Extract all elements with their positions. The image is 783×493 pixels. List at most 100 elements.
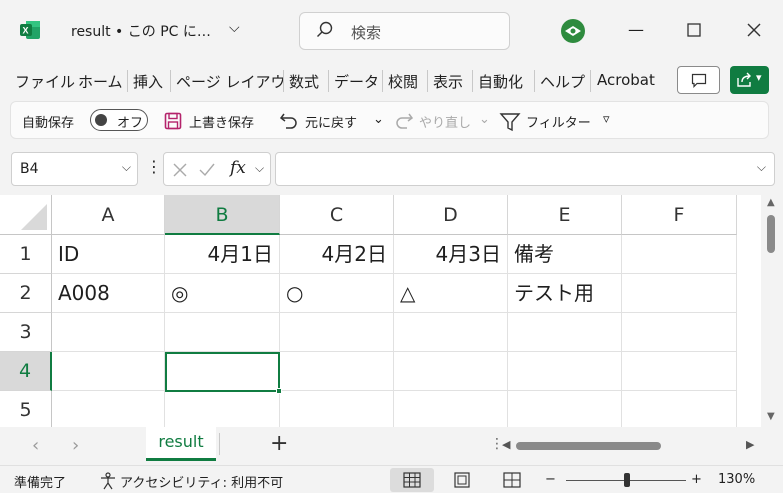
tab-view[interactable]: 表示 bbox=[433, 71, 463, 92]
undo-button[interactable]: 元に戻す bbox=[305, 112, 357, 131]
fill-handle[interactable] bbox=[276, 388, 282, 394]
tab-acrobat[interactable]: Acrobat bbox=[597, 71, 655, 89]
name-box[interactable]: B4 ⌵ bbox=[11, 152, 138, 186]
title-bar: X result • この PC に… ⌵ 検索 — bbox=[0, 0, 783, 62]
comments-button[interactable] bbox=[677, 66, 720, 94]
column-header-b[interactable]: B bbox=[165, 195, 280, 235]
add-sheet-button[interactable]: + bbox=[270, 431, 288, 456]
scroll-thumb[interactable] bbox=[516, 442, 661, 450]
chevron-down-icon[interactable]: ⌵ bbox=[122, 160, 131, 175]
enter-icon[interactable] bbox=[198, 162, 216, 178]
more-options-icon[interactable]: ⋮ bbox=[146, 157, 162, 176]
cell-e1[interactable]: 備考 bbox=[508, 235, 622, 274]
row-header-5[interactable]: 5 bbox=[0, 391, 52, 427]
zoom-level[interactable]: 130% bbox=[718, 472, 755, 487]
cell-f2[interactable] bbox=[622, 274, 737, 313]
normal-view-button[interactable] bbox=[390, 468, 434, 492]
zoom-out-button[interactable]: − bbox=[545, 472, 556, 487]
cell-b5[interactable] bbox=[165, 391, 280, 427]
accessibility-status[interactable]: アクセシビリティ: 利用不可 bbox=[120, 472, 283, 491]
prev-sheet-icon[interactable]: ‹ bbox=[32, 435, 39, 456]
copilot-icon[interactable] bbox=[560, 18, 586, 44]
page-layout-view-button[interactable] bbox=[440, 468, 484, 492]
row-header-3[interactable]: 3 bbox=[0, 313, 52, 352]
chevron-down-icon[interactable]: ⌵ bbox=[229, 20, 240, 36]
chevron-down-icon[interactable]: ⌵ bbox=[255, 161, 264, 176]
cell-e5[interactable] bbox=[508, 391, 622, 427]
insert-function-button[interactable]: fx bbox=[230, 158, 246, 178]
cell-d5[interactable] bbox=[394, 391, 508, 427]
cell-b1[interactable]: 4月1日 bbox=[165, 235, 280, 274]
column-header-f[interactable]: F bbox=[622, 195, 737, 235]
cell-c5[interactable] bbox=[280, 391, 394, 427]
horizontal-scrollbar[interactable]: ◀ ▶ bbox=[500, 438, 762, 454]
share-button[interactable]: ▾ bbox=[730, 66, 769, 94]
close-button[interactable] bbox=[742, 18, 766, 42]
cell-e3[interactable] bbox=[508, 313, 622, 352]
tab-data[interactable]: データ bbox=[334, 71, 379, 92]
cell-d1[interactable]: 4月3日 bbox=[394, 235, 508, 274]
tab-help[interactable]: ヘルプ bbox=[540, 71, 585, 92]
cell-d4[interactable] bbox=[394, 352, 508, 391]
cell-f4[interactable] bbox=[622, 352, 737, 391]
scroll-left-icon[interactable]: ◀ bbox=[502, 438, 510, 451]
tab-home[interactable]: ホーム bbox=[78, 71, 123, 92]
cell-a3[interactable] bbox=[52, 313, 165, 352]
column-header-a[interactable]: A bbox=[52, 195, 165, 235]
search-box[interactable]: 検索 bbox=[299, 12, 510, 50]
save-button[interactable]: 上書き保存 bbox=[189, 112, 254, 131]
select-all-button[interactable] bbox=[0, 195, 52, 235]
zoom-slider-thumb[interactable] bbox=[624, 473, 630, 487]
cell-c3[interactable] bbox=[280, 313, 394, 352]
cell-a4[interactable] bbox=[52, 352, 165, 391]
tab-automate[interactable]: 自動化 bbox=[478, 71, 523, 92]
minimize-button[interactable]: — bbox=[624, 18, 648, 42]
vertical-scrollbar[interactable]: ▲ ▼ bbox=[761, 195, 783, 427]
column-header-e[interactable]: E bbox=[508, 195, 622, 235]
cell-b3[interactable] bbox=[165, 313, 280, 352]
cell-e2[interactable]: テスト用 bbox=[508, 274, 622, 313]
cell-c2[interactable]: ○ bbox=[280, 274, 394, 313]
tab-file[interactable]: ファイル bbox=[15, 71, 75, 92]
row-header-2[interactable]: 2 bbox=[0, 274, 52, 313]
cell-a1[interactable]: ID bbox=[52, 235, 165, 274]
scroll-thumb[interactable] bbox=[767, 215, 775, 253]
sheet-tab-result[interactable]: result bbox=[146, 427, 216, 461]
cell-d3[interactable] bbox=[394, 313, 508, 352]
cell-f5[interactable] bbox=[622, 391, 737, 427]
redo-button[interactable]: やり直し bbox=[419, 112, 471, 131]
cell-f1[interactable] bbox=[622, 235, 737, 274]
customize-qat-icon[interactable]: ▿ bbox=[603, 112, 610, 127]
scroll-down-icon[interactable]: ▼ bbox=[767, 411, 775, 422]
row-header-4[interactable]: 4 bbox=[0, 352, 52, 391]
scroll-up-icon[interactable]: ▲ bbox=[767, 197, 775, 208]
cancel-icon[interactable] bbox=[172, 162, 188, 178]
tab-page-layout[interactable]: ページ レイアウ bbox=[176, 71, 285, 92]
tab-insert[interactable]: 挿入 bbox=[133, 71, 163, 92]
cell-a5[interactable] bbox=[52, 391, 165, 427]
scroll-right-icon[interactable]: ▶ bbox=[746, 438, 754, 451]
chevron-down-icon[interactable]: ⌄ bbox=[479, 112, 490, 127]
page-break-view-button[interactable] bbox=[490, 468, 534, 492]
cell-d2[interactable]: △ bbox=[394, 274, 508, 313]
autosave-toggle[interactable]: オフ bbox=[90, 109, 148, 131]
formula-input[interactable]: ⌵ bbox=[275, 152, 775, 186]
maximize-button[interactable] bbox=[682, 18, 706, 42]
cell-b2[interactable]: ◎ bbox=[165, 274, 280, 313]
zoom-in-button[interactable]: + bbox=[691, 472, 702, 487]
cell-c4[interactable] bbox=[280, 352, 394, 391]
tab-review[interactable]: 校閲 bbox=[388, 71, 418, 92]
column-header-c[interactable]: C bbox=[280, 195, 394, 235]
cell-e4[interactable] bbox=[508, 352, 622, 391]
cell-c1[interactable]: 4月2日 bbox=[280, 235, 394, 274]
chevron-down-icon[interactable]: ⌄ bbox=[373, 112, 384, 127]
next-sheet-icon[interactable]: › bbox=[72, 435, 79, 456]
window-title[interactable]: result • この PC に… bbox=[71, 21, 211, 41]
row-header-1[interactable]: 1 bbox=[0, 235, 52, 274]
cell-a2[interactable]: A008 bbox=[52, 274, 165, 313]
filter-button[interactable]: フィルター bbox=[526, 112, 591, 131]
column-header-d[interactable]: D bbox=[394, 195, 508, 235]
tab-formulas[interactable]: 数式 bbox=[289, 71, 319, 92]
cell-f3[interactable] bbox=[622, 313, 737, 352]
expand-formula-bar-icon[interactable]: ⌵ bbox=[757, 160, 766, 175]
